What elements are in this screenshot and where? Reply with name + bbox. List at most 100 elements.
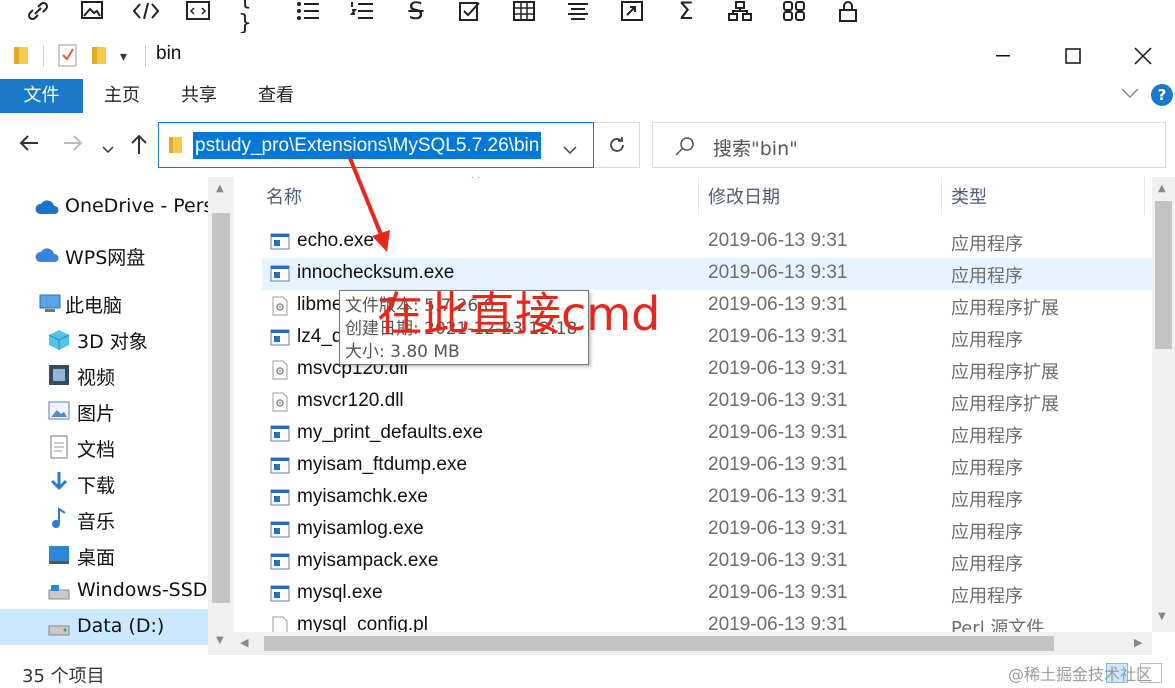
file-row[interactable]: msvcr120.dll 2019-06-13 9:31 应用程序扩展 xyxy=(262,386,1152,418)
tab-file[interactable]: 文件 xyxy=(0,79,83,113)
file-row[interactable]: my_print_defaults.exe 2019-06-13 9:31 应用程序 xyxy=(262,418,1152,450)
bulleted-list-icon[interactable] xyxy=(292,0,324,22)
file-name: libme xyxy=(297,294,343,315)
code-block-icon[interactable] xyxy=(182,0,214,22)
tooltip-size: 大小: 3.80 MB xyxy=(345,342,460,362)
numbered-list-icon[interactable] xyxy=(346,0,378,22)
nav-item-music[interactable]: 音乐 xyxy=(0,501,208,537)
grid-icon[interactable] xyxy=(778,0,810,22)
column-divider[interactable] xyxy=(941,177,942,215)
braces-icon[interactable]: { } xyxy=(238,0,270,36)
image-icon[interactable] xyxy=(76,0,108,22)
nav-item-pictures[interactable]: 图片 xyxy=(0,393,208,429)
scroll-right-arrow-icon[interactable]: ▶ xyxy=(1134,636,1142,649)
file-date: 2019-06-13 9:31 xyxy=(708,294,848,315)
file-row[interactable]: mysql.exe 2019-06-13 9:31 应用程序 xyxy=(262,578,1152,610)
scroll-up-arrow-icon[interactable]: ▲ xyxy=(1158,183,1166,194)
expand-ribbon-icon[interactable] xyxy=(1120,85,1140,104)
minimize-button[interactable] xyxy=(968,33,1038,79)
lock-icon[interactable] xyxy=(832,0,864,22)
column-header-date[interactable]: 修改日期 xyxy=(708,177,780,219)
computer-icon xyxy=(39,294,61,312)
code-icon[interactable] xyxy=(130,0,162,22)
embed-icon[interactable] xyxy=(616,0,648,22)
nav-item-videos[interactable]: 视频 xyxy=(0,357,208,393)
maximize-button[interactable] xyxy=(1038,33,1108,79)
horizontal-scrollbar[interactable]: ◀ ▶ xyxy=(234,632,1152,655)
file-list-scrollbar[interactable]: ▲ ▼ xyxy=(1152,177,1175,632)
back-arrow-icon[interactable] xyxy=(18,133,40,157)
recent-locations-chevron-icon[interactable] xyxy=(102,139,114,158)
exe-file-icon xyxy=(270,520,290,540)
align-icon[interactable] xyxy=(562,0,594,22)
dll-file-icon xyxy=(270,296,290,316)
forward-arrow-icon[interactable] xyxy=(62,133,84,157)
checkbox-icon[interactable] xyxy=(454,0,486,22)
item-count: 35 个项目 xyxy=(22,666,105,687)
file-list-scroll-thumb[interactable] xyxy=(1155,201,1172,349)
nav-item-wps[interactable]: WPS网盘 xyxy=(0,237,208,273)
file-name: myisamlog.exe xyxy=(297,518,424,539)
column-divider[interactable] xyxy=(1144,177,1145,215)
nav-item-windows-ssd[interactable]: Windows-SSD ( xyxy=(0,573,208,609)
file-row[interactable]: mysql_config.pl 2019-06-13 9:31 Perl 源文件 xyxy=(262,610,1152,632)
file-type: 应用程序 xyxy=(951,458,1023,479)
nav-item-documents[interactable]: 文档 xyxy=(0,429,208,465)
sum-icon[interactable]: Σ xyxy=(670,0,702,25)
column-header-name[interactable]: 名称 xyxy=(266,177,302,219)
tab-home[interactable]: 主页 xyxy=(104,79,140,113)
column-header-type[interactable]: 类型 xyxy=(951,177,987,219)
column-divider[interactable] xyxy=(698,177,699,215)
file-name: myisam_ftdump.exe xyxy=(297,454,468,475)
scroll-left-arrow-icon[interactable]: ◀ xyxy=(240,636,248,649)
nav-item-label: 3D 对象 xyxy=(77,331,148,353)
cloud-icon xyxy=(35,200,59,214)
refresh-button[interactable] xyxy=(594,122,640,168)
tab-view[interactable]: 查看 xyxy=(258,79,294,113)
address-dropdown-chevron-icon[interactable] xyxy=(563,140,577,159)
file-type: 应用程序 xyxy=(951,426,1023,447)
file-type: 应用程序扩展 xyxy=(951,394,1059,415)
search-input[interactable]: 搜索"bin" xyxy=(652,122,1166,168)
hierarchy-icon[interactable] xyxy=(724,0,756,22)
table-icon[interactable] xyxy=(508,0,540,22)
help-icon[interactable]: ? xyxy=(1151,84,1173,106)
new-folder-icon[interactable] xyxy=(92,45,108,69)
quick-access-dropdown-icon[interactable]: ▾ xyxy=(120,49,127,65)
scroll-up-arrow-icon[interactable]: ▲ xyxy=(216,183,224,194)
file-type: 应用程序 xyxy=(951,330,1023,351)
nav-item-label: Windows-SSD ( xyxy=(77,579,208,601)
divider xyxy=(145,45,146,67)
nav-scrollbar[interactable]: ▲ ▼ xyxy=(208,177,234,655)
scroll-down-arrow-icon[interactable]: ▼ xyxy=(216,635,224,646)
link-icon[interactable] xyxy=(22,0,54,22)
close-button[interactable] xyxy=(1108,33,1175,79)
file-name: myisamchk.exe xyxy=(297,486,428,507)
nav-item-desktop[interactable]: 桌面 xyxy=(0,537,208,573)
nav-item-this-pc[interactable]: 此电脑 xyxy=(0,285,208,321)
file-row[interactable]: myisampack.exe 2019-06-13 9:31 应用程序 xyxy=(262,546,1152,578)
file-type: 应用程序 xyxy=(951,522,1023,543)
nav-item-3d-objects[interactable]: 3D 对象 xyxy=(0,321,208,357)
file-row[interactable]: myisamchk.exe 2019-06-13 9:31 应用程序 xyxy=(262,482,1152,514)
nav-item-downloads[interactable]: 下载 xyxy=(0,465,208,501)
file-name: my_print_defaults.exe xyxy=(297,422,483,443)
file-type: 应用程序 xyxy=(951,554,1023,575)
nav-scroll-thumb[interactable] xyxy=(212,213,230,603)
file-row[interactable]: myisam_ftdump.exe 2019-06-13 9:31 应用程序 xyxy=(262,450,1152,482)
exe-file-icon xyxy=(270,552,290,572)
scroll-down-arrow-icon[interactable]: ▼ xyxy=(1158,611,1166,622)
nav-item-onedrive[interactable]: OneDrive - Perso xyxy=(0,189,208,225)
strikethrough-icon[interactable]: S xyxy=(400,0,432,25)
tab-share[interactable]: 共享 xyxy=(181,79,217,113)
file-row[interactable]: myisamlog.exe 2019-06-13 9:31 应用程序 xyxy=(262,514,1152,546)
nav-item-label: 图片 xyxy=(77,403,116,425)
properties-icon[interactable] xyxy=(58,43,78,71)
folder-icon xyxy=(14,45,30,69)
horizontal-scroll-thumb[interactable] xyxy=(264,636,1054,651)
nav-item-label: OneDrive - Perso xyxy=(65,195,208,217)
watermark: @稀土掘金技术社区 xyxy=(1008,665,1153,684)
nav-item-data-d[interactable]: Data (D:) xyxy=(0,609,208,645)
divider xyxy=(43,45,44,67)
up-arrow-icon[interactable] xyxy=(130,133,148,159)
